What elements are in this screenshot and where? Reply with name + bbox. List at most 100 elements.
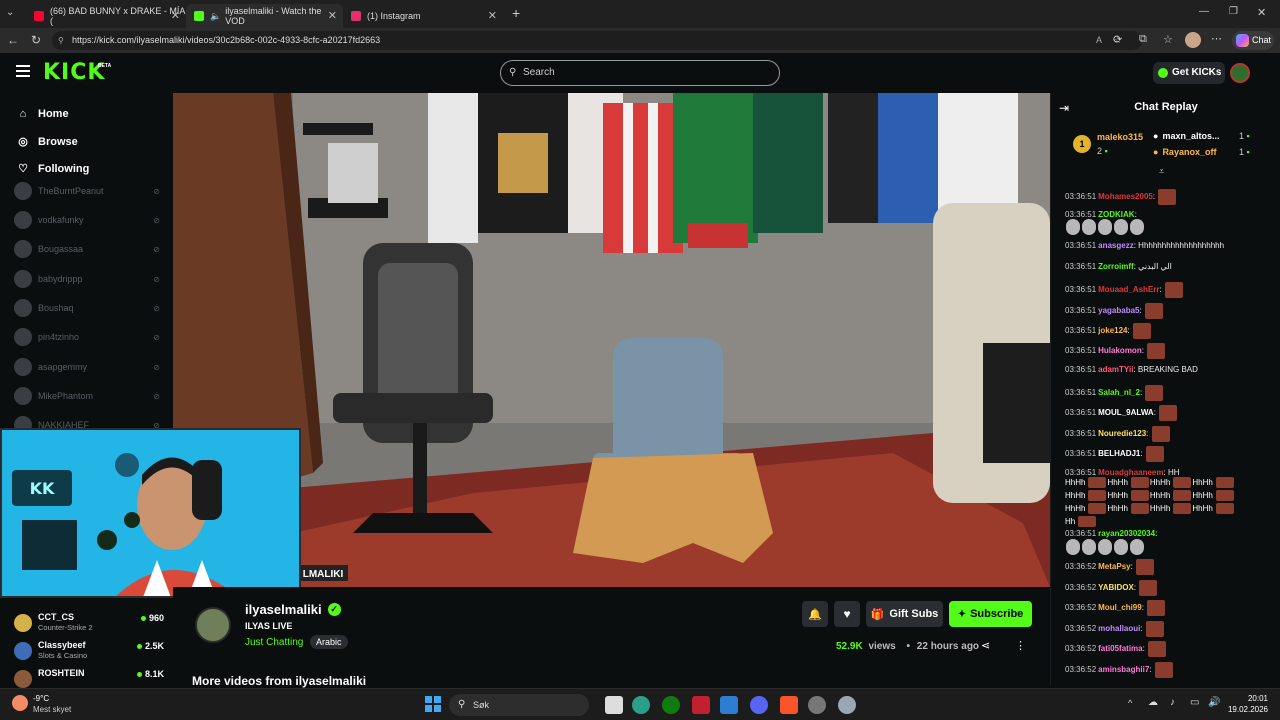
- chat-username[interactable]: BELHADJ1: [1098, 449, 1140, 458]
- chat-emote-icon[interactable]: [1088, 490, 1107, 502]
- channel-item-live[interactable]: CCT_CS Counter-Strike 2 960: [14, 612, 164, 634]
- channel-item-offline[interactable]: babydrippp ⊘: [14, 269, 164, 289]
- streamer-avatar[interactable]: [195, 607, 231, 643]
- chat-username[interactable]: yagababa5: [1098, 306, 1139, 315]
- chat-emote-icon[interactable]: [1173, 490, 1192, 502]
- subscribe-button[interactable]: ✦ Subscribe: [949, 601, 1032, 627]
- channel-item-offline[interactable]: Bougassaa ⊘: [14, 239, 164, 259]
- close-window-icon[interactable]: ✕: [1257, 6, 1266, 19]
- clock-date[interactable]: 19.02.2026: [1210, 705, 1268, 714]
- chat-emote-icon[interactable]: [1098, 219, 1112, 235]
- store-icon[interactable]: [720, 696, 738, 714]
- chat-emote-icon[interactable]: [1082, 219, 1096, 235]
- chat-username[interactable]: aminsbaghii7: [1098, 665, 1149, 674]
- tab-instagram[interactable]: (1) Instagram ✕: [343, 4, 503, 28]
- sidebar-item-following[interactable]: ♡ Following: [16, 162, 89, 176]
- chat-emote-icon[interactable]: [1147, 343, 1166, 359]
- gift-subs-button[interactable]: 🎁 Gift Subs: [866, 601, 943, 627]
- back-icon[interactable]: ←: [7, 33, 19, 47]
- chat-username[interactable]: MetaPsy: [1098, 562, 1130, 571]
- maximize-icon[interactable]: ❐: [1229, 6, 1238, 17]
- tab-youtube[interactable]: (66) BAD BUNNY x DRAKE - MÍA ( ✕: [26, 4, 186, 28]
- channel-item-offline[interactable]: vodkafunky ⊘: [14, 210, 164, 230]
- task-view-icon[interactable]: [605, 696, 623, 714]
- follow-heart-button[interactable]: ♥: [834, 601, 860, 627]
- chat-emote-icon[interactable]: [1147, 600, 1166, 616]
- chat-emote-icon[interactable]: [1139, 580, 1158, 596]
- tab-kick[interactable]: 🔈 ilyaselmaliki - Watch the VOD ✕: [186, 4, 343, 28]
- chat-emote-icon[interactable]: [1215, 490, 1234, 502]
- chat-emote-icon[interactable]: [1088, 477, 1107, 489]
- chat-emote-icon[interactable]: [1066, 539, 1080, 555]
- chat-emote-icon[interactable]: [1136, 559, 1155, 575]
- channel-item-live[interactable]: ROSHTEIN 8.1K: [14, 668, 164, 690]
- chat-username[interactable]: anasgezz: [1098, 241, 1134, 250]
- tag-badge[interactable]: Arabic: [310, 635, 348, 649]
- leaderboard-name[interactable]: maleko315: [1097, 132, 1143, 142]
- close-tab-icon[interactable]: ✕: [328, 9, 337, 22]
- chat-username[interactable]: MOUL_9ALWA: [1098, 408, 1154, 417]
- more-menu-icon[interactable]: ⋯: [1211, 32, 1222, 45]
- url-field[interactable]: ⚲ https://kick.com/ilyaselmaliki/videos/…: [52, 31, 1142, 50]
- channel-item-offline[interactable]: asapgemmy ⊘: [14, 357, 164, 377]
- leaderboard-name[interactable]: ● maxn_altos...: [1153, 131, 1219, 141]
- chat-emote-icon[interactable]: [1130, 219, 1144, 235]
- chat-emote-icon[interactable]: [1088, 503, 1107, 515]
- channel-item-offline[interactable]: pin4tzinho ⊘: [14, 327, 164, 347]
- chat-username[interactable]: rayan20302034: [1098, 529, 1155, 538]
- chat-emote-icon[interactable]: [1078, 516, 1097, 528]
- chat-emote-icon[interactable]: [1154, 662, 1173, 678]
- chat-emote-icon[interactable]: [1130, 490, 1149, 502]
- chat-emote-icon[interactable]: [1066, 219, 1080, 235]
- chat-emote-icon[interactable]: [1215, 477, 1234, 489]
- close-tab-icon[interactable]: ✕: [171, 9, 180, 22]
- clock-time[interactable]: 20:01: [1228, 694, 1268, 703]
- acrobat-icon[interactable]: [692, 696, 710, 714]
- weather-icon[interactable]: [12, 695, 28, 711]
- chat-username[interactable]: adamTYii: [1098, 365, 1133, 374]
- network-icon[interactable]: ▭: [1190, 697, 1199, 708]
- chat-username[interactable]: Zorroimff: [1098, 262, 1134, 271]
- chat-emote-icon[interactable]: [1151, 426, 1170, 442]
- category-link[interactable]: Just Chatting: [245, 637, 303, 648]
- chat-emote-icon[interactable]: [1145, 621, 1164, 637]
- copilot-chat-button[interactable]: Chat: [1232, 31, 1274, 50]
- chat-username[interactable]: mohallaoui: [1098, 624, 1140, 633]
- site-info-icon[interactable]: ⚲: [58, 31, 64, 50]
- chat-username[interactable]: fati05fatima: [1098, 644, 1142, 653]
- chat-emote-icon[interactable]: [1158, 189, 1177, 205]
- menu-icon[interactable]: [16, 65, 30, 77]
- chat-username[interactable]: Hulakomon: [1098, 346, 1142, 355]
- speaker-icon[interactable]: 🔈: [210, 11, 221, 22]
- chat-username[interactable]: joke124: [1098, 326, 1127, 335]
- tray-chevron-icon[interactable]: ^: [1128, 698, 1132, 708]
- windows-start-icon[interactable]: [425, 696, 441, 712]
- microphone-icon[interactable]: ♪: [1170, 697, 1175, 708]
- chat-username[interactable]: Mohames2005: [1098, 192, 1153, 201]
- taskbar-search[interactable]: ⚲ Søk: [449, 694, 589, 716]
- user-avatar[interactable]: [1230, 63, 1250, 83]
- chat-emote-icon[interactable]: [1130, 503, 1149, 515]
- chat-emote-icon[interactable]: [1130, 539, 1144, 555]
- video-player[interactable]: LMALIKI: [173, 93, 1050, 587]
- leaderboard-name[interactable]: ● Rayanox_off: [1153, 147, 1216, 157]
- favorites-icon[interactable]: ☆: [1163, 33, 1173, 46]
- discord-icon[interactable]: [750, 696, 768, 714]
- xbox-icon[interactable]: [662, 696, 680, 714]
- channel-item-offline[interactable]: MikePhantom ⊘: [14, 386, 164, 406]
- chat-emote-icon[interactable]: [1145, 446, 1164, 462]
- chat-emote-icon[interactable]: [1114, 219, 1128, 235]
- chat-username[interactable]: YABIDOX: [1098, 583, 1134, 592]
- close-tab-icon[interactable]: ✕: [488, 9, 497, 22]
- read-aloud-icon[interactable]: A: [1096, 31, 1102, 50]
- chat-emote-icon[interactable]: [1132, 323, 1151, 339]
- chat-username[interactable]: ZODKIAK: [1098, 210, 1134, 219]
- chat-emote-icon[interactable]: [1164, 282, 1183, 298]
- channel-item-offline[interactable]: TheBurntPeanut ⊘: [14, 181, 164, 201]
- chat-username[interactable]: Mouadghaaneem: [1098, 468, 1163, 477]
- sidebar-item-home[interactable]: ⌂ Home: [16, 108, 69, 120]
- onedrive-icon[interactable]: ☁: [1148, 697, 1158, 708]
- chat-emote-icon[interactable]: [1114, 539, 1128, 555]
- share-icon[interactable]: ⋖: [981, 639, 990, 652]
- chat-emote-icon[interactable]: [1098, 539, 1112, 555]
